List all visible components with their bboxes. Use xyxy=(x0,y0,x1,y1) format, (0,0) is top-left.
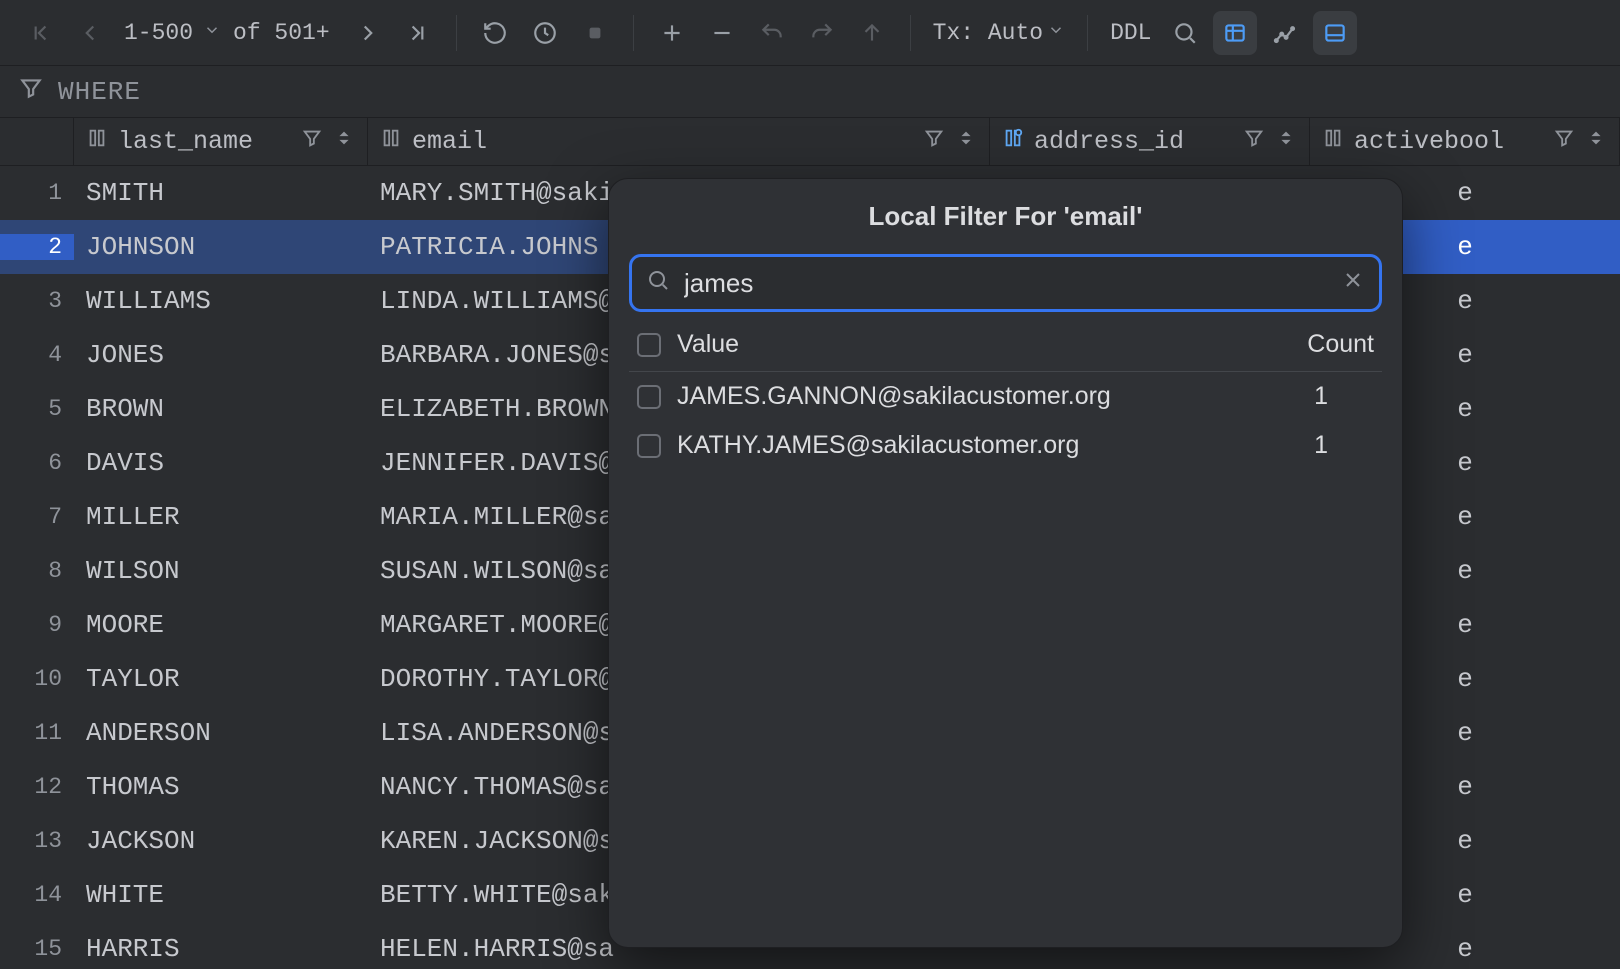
cell-last_name[interactable]: HARRIS xyxy=(74,922,368,969)
tx-mode-label: Tx: Auto xyxy=(933,20,1043,46)
row-number: 11 xyxy=(0,720,74,746)
filter-icon[interactable] xyxy=(923,127,945,156)
row-number: 7 xyxy=(0,504,74,530)
redo-button[interactable] xyxy=(800,11,844,55)
count-header: Count xyxy=(1307,330,1374,359)
cell-last_name[interactable]: TAYLOR xyxy=(74,652,368,706)
page-range-of: of 501+ xyxy=(233,20,330,46)
column-name: activebool xyxy=(1354,127,1504,156)
column-name: last_name xyxy=(118,127,253,156)
row-number: 4 xyxy=(0,342,74,368)
filter-item-list: JAMES.GANNON@sakilacustomer.org1KATHY.JA… xyxy=(629,372,1382,470)
filter-icon[interactable] xyxy=(301,127,323,156)
key-column-icon xyxy=(1002,127,1024,156)
filter-item-checkbox[interactable] xyxy=(637,385,661,409)
filter-bar[interactable]: WHERE xyxy=(0,66,1620,118)
row-number: 5 xyxy=(0,396,74,422)
tx-mode-dropdown[interactable]: Tx: Auto xyxy=(927,20,1071,46)
cell-last_name[interactable]: MILLER xyxy=(74,490,368,544)
filter-item-value: JAMES.GANNON@sakilacustomer.org xyxy=(677,382,1111,411)
row-number: 12 xyxy=(0,774,74,800)
column-name: address_id xyxy=(1034,127,1184,156)
column-icon xyxy=(86,127,108,156)
reload-button[interactable] xyxy=(473,11,517,55)
column-header-activebool[interactable]: activebool xyxy=(1310,118,1620,165)
filter-item-count: 1 xyxy=(1314,382,1374,411)
ddl-button[interactable]: DDL xyxy=(1104,20,1157,46)
cell-last_name[interactable]: SMITH xyxy=(74,166,368,220)
last-page-button[interactable] xyxy=(396,11,440,55)
grid-header: last_name email address_id activebool xyxy=(0,118,1620,166)
filter-search-input[interactable] xyxy=(684,268,1327,299)
add-row-button[interactable] xyxy=(650,11,694,55)
filter-icon[interactable] xyxy=(1553,127,1575,156)
row-number: 10 xyxy=(0,666,74,692)
local-filter-popover: Local Filter For 'email' Value Count JAM… xyxy=(608,178,1403,948)
sort-icon[interactable] xyxy=(1275,127,1297,156)
commit-button[interactable] xyxy=(850,11,894,55)
cell-last_name[interactable]: MOORE xyxy=(74,598,368,652)
filter-item[interactable]: KATHY.JAMES@sakilacustomer.org 1 xyxy=(629,421,1382,470)
cell-last_name[interactable]: BROWN xyxy=(74,382,368,436)
where-label: WHERE xyxy=(58,77,141,107)
column-header-email[interactable]: email xyxy=(368,118,990,165)
history-button[interactable] xyxy=(523,11,567,55)
chevron-down-icon xyxy=(1047,20,1065,46)
first-page-button[interactable] xyxy=(18,11,62,55)
filter-icon xyxy=(18,75,44,108)
row-number: 9 xyxy=(0,612,74,638)
row-number: 13 xyxy=(0,828,74,854)
cell-last_name[interactable]: JOHNSON xyxy=(74,220,368,274)
filter-item-count: 1 xyxy=(1314,431,1374,460)
filter-item[interactable]: JAMES.GANNON@sakilacustomer.org 1 xyxy=(629,372,1382,421)
chevron-down-icon[interactable] xyxy=(203,20,221,46)
row-number: 3 xyxy=(0,288,74,314)
next-page-button[interactable] xyxy=(346,11,390,55)
stop-button[interactable] xyxy=(573,11,617,55)
cell-last_name[interactable]: WILSON xyxy=(74,544,368,598)
row-number: 8 xyxy=(0,558,74,584)
cell-last_name[interactable]: JACKSON xyxy=(74,814,368,868)
row-number: 14 xyxy=(0,882,74,908)
filter-search-field[interactable] xyxy=(629,254,1382,312)
cell-last_name[interactable]: WHITE xyxy=(74,868,368,922)
toolbar: 1-500 of 501+ Tx: Auto DDL xyxy=(0,0,1620,66)
popover-title: Local Filter For 'email' xyxy=(629,201,1382,232)
cell-last_name[interactable]: THOMAS xyxy=(74,760,368,814)
sort-icon[interactable] xyxy=(333,127,355,156)
undo-button[interactable] xyxy=(750,11,794,55)
remove-row-button[interactable] xyxy=(700,11,744,55)
view-table-button[interactable] xyxy=(1213,11,1257,55)
view-chart-button[interactable] xyxy=(1263,11,1307,55)
row-number: 6 xyxy=(0,450,74,476)
prev-page-button[interactable] xyxy=(68,11,112,55)
value-header: Value xyxy=(677,330,739,359)
row-number: 15 xyxy=(0,936,74,962)
filter-item-value: KATHY.JAMES@sakilacustomer.org xyxy=(677,431,1079,460)
clear-icon[interactable] xyxy=(1341,268,1365,298)
column-header-last_name[interactable]: last_name xyxy=(74,118,368,165)
cell-last_name[interactable]: WILLIAMS xyxy=(74,274,368,328)
column-header-address_id[interactable]: address_id xyxy=(990,118,1310,165)
column-icon xyxy=(1322,127,1344,156)
view-panel-button[interactable] xyxy=(1313,11,1357,55)
filter-item-checkbox[interactable] xyxy=(637,434,661,458)
column-icon xyxy=(380,127,402,156)
cell-last_name[interactable]: JONES xyxy=(74,328,368,382)
search-button[interactable] xyxy=(1163,11,1207,55)
cell-last_name[interactable]: DAVIS xyxy=(74,436,368,490)
cell-last_name[interactable]: ANDERSON xyxy=(74,706,368,760)
row-number: 1 xyxy=(0,180,74,206)
filter-list-header: Value Count xyxy=(629,312,1382,372)
search-icon xyxy=(646,268,670,298)
sort-icon[interactable] xyxy=(1585,127,1607,156)
select-all-checkbox[interactable] xyxy=(637,333,661,357)
row-number: 2 xyxy=(0,234,74,260)
page-range[interactable]: 1-500 xyxy=(124,20,193,46)
column-name: email xyxy=(412,127,487,156)
rownum-header xyxy=(0,118,74,165)
filter-icon[interactable] xyxy=(1243,127,1265,156)
sort-icon[interactable] xyxy=(955,127,977,156)
